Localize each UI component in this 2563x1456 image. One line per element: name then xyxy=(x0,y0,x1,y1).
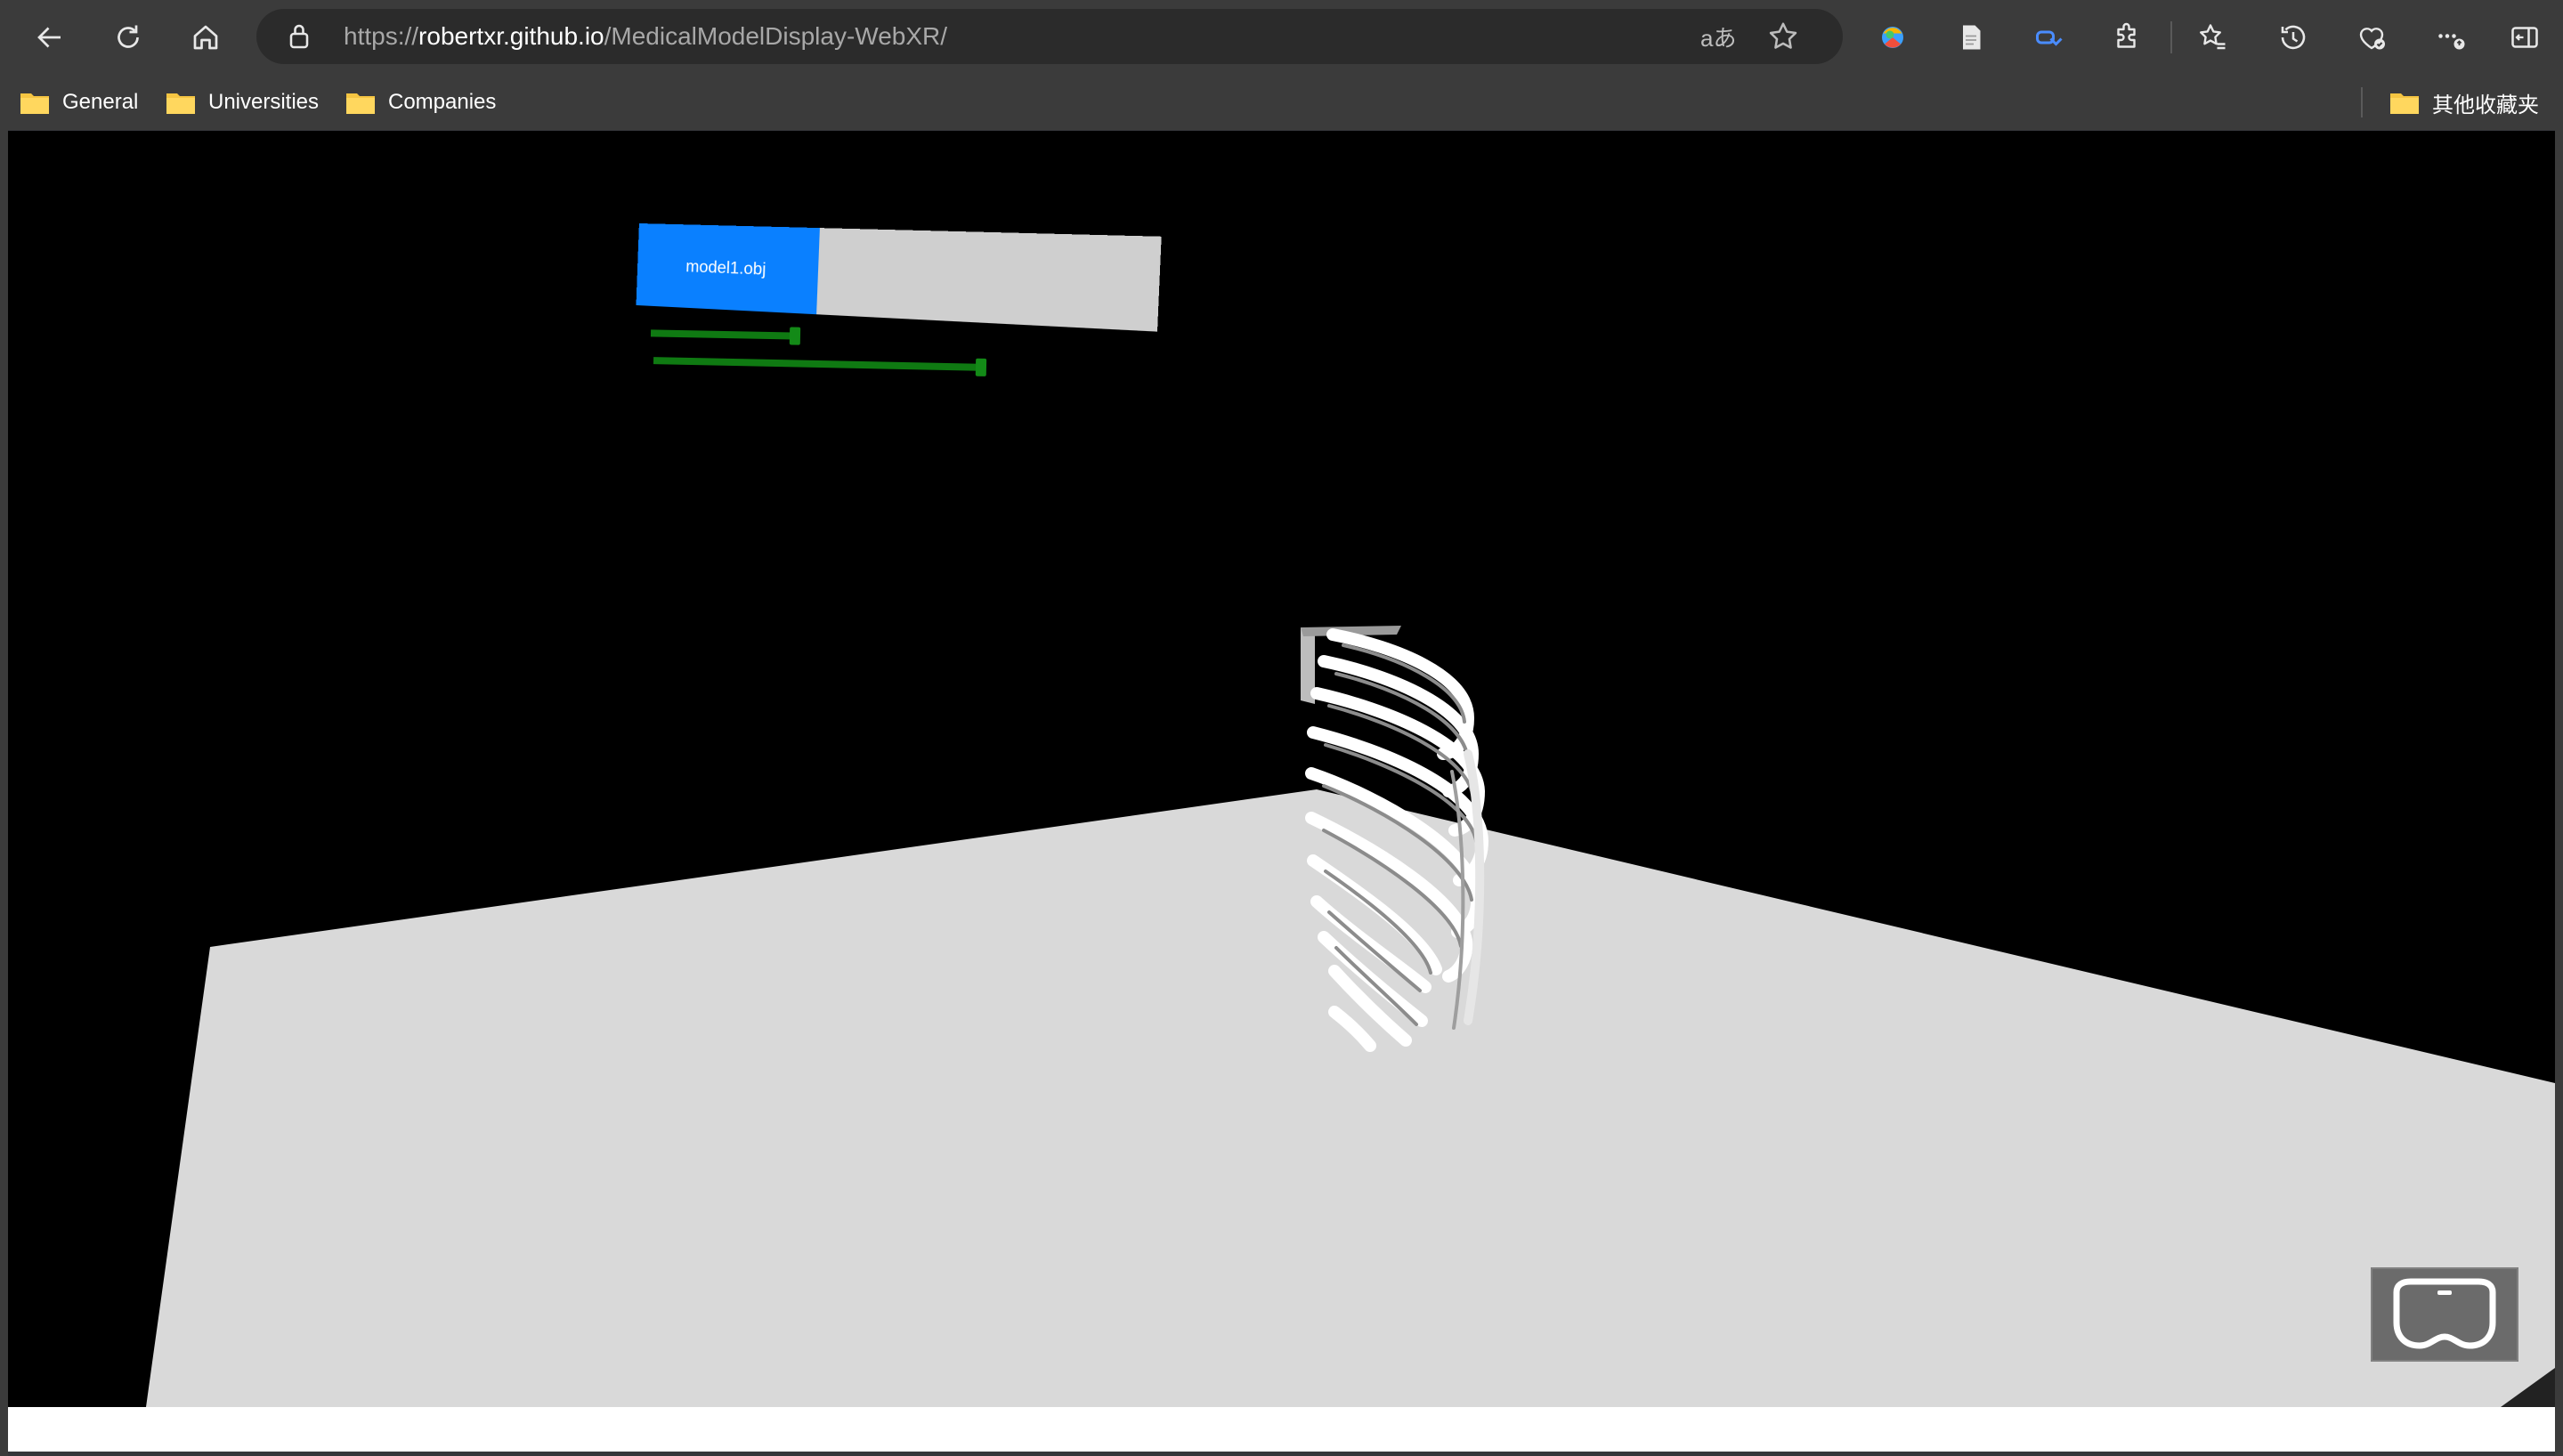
folder-icon xyxy=(166,93,195,114)
model-select-button[interactable]: model1.obj xyxy=(636,223,820,315)
slider-1-handle[interactable] xyxy=(789,327,801,345)
window-frame-right xyxy=(2555,130,2563,1456)
back-button[interactable] xyxy=(25,12,75,62)
history-icon xyxy=(2281,25,2306,50)
url-text[interactable]: https://robertxr.github.io/MedicalModelD… xyxy=(344,21,947,52)
slider-2-handle[interactable] xyxy=(975,358,987,376)
bookmark-companies[interactable]: Companies xyxy=(345,84,496,121)
page-bottom-strip xyxy=(8,1407,2555,1452)
history-button[interactable] xyxy=(2268,12,2318,62)
bookmark-other-favorites[interactable]: 其他收藏夹 xyxy=(2389,84,2539,121)
extensions-button[interactable] xyxy=(2103,12,2153,62)
vr-headset-icon xyxy=(2393,1278,2496,1349)
refresh-icon xyxy=(118,25,139,48)
favorite-star-icon[interactable] xyxy=(1766,20,1800,53)
bookmark-general[interactable]: General xyxy=(20,84,138,121)
bookmark-label: 其他收藏夹 xyxy=(2432,93,2539,117)
extensions-icon xyxy=(2117,22,2136,48)
window-frame-left xyxy=(0,130,8,1456)
lock-icon[interactable] xyxy=(283,20,315,53)
webxr-canvas[interactable]: model1.obj xyxy=(8,131,2555,1407)
bookmark-universities[interactable]: Universities xyxy=(166,84,319,121)
browser-essentials-icon xyxy=(2359,28,2385,50)
3d-scene xyxy=(146,626,2555,1407)
profile-button[interactable] xyxy=(1868,12,1918,62)
page-icon xyxy=(1963,25,1981,50)
toolbar-divider xyxy=(2170,21,2172,53)
page-button[interactable] xyxy=(1946,12,1996,62)
home-icon xyxy=(193,25,218,50)
folder-icon xyxy=(20,93,49,114)
home-button[interactable] xyxy=(181,12,231,62)
more-icon xyxy=(2438,34,2465,50)
sidebar-icon xyxy=(2511,27,2538,48)
favorites-button[interactable] xyxy=(2188,12,2238,62)
refresh-button[interactable] xyxy=(103,12,153,62)
bookmark-label: General xyxy=(62,90,139,114)
folder-icon xyxy=(2390,93,2419,114)
sidebar-button[interactable] xyxy=(2500,12,2550,62)
profile-colorful-icon xyxy=(1882,27,1903,48)
bookmarks-bar: General Universities Companies 其他收藏夹 xyxy=(0,75,2563,130)
bookmark-label: Universities xyxy=(208,90,320,114)
bookmarks-divider xyxy=(2361,87,2363,117)
browser-essentials-button[interactable] xyxy=(2347,12,2397,62)
browser-toolbar: https://robertxr.github.io/MedicalModelD… xyxy=(0,0,2563,75)
address-bar[interactable]: https://robertxr.github.io/MedicalModelD… xyxy=(256,9,1843,64)
favorites-icon xyxy=(2200,24,2226,50)
more-button[interactable] xyxy=(2425,12,2475,62)
copilot-button[interactable] xyxy=(2024,12,2074,62)
model-select-label: model1.obj xyxy=(685,256,766,279)
read-aloud-button[interactable]: aあ xyxy=(1700,20,1736,53)
enter-vr-button[interactable] xyxy=(2371,1267,2518,1362)
copilot-icon xyxy=(2036,30,2063,46)
bookmark-label: Companies xyxy=(388,90,497,114)
back-icon xyxy=(37,27,61,48)
folder-icon xyxy=(346,93,375,114)
